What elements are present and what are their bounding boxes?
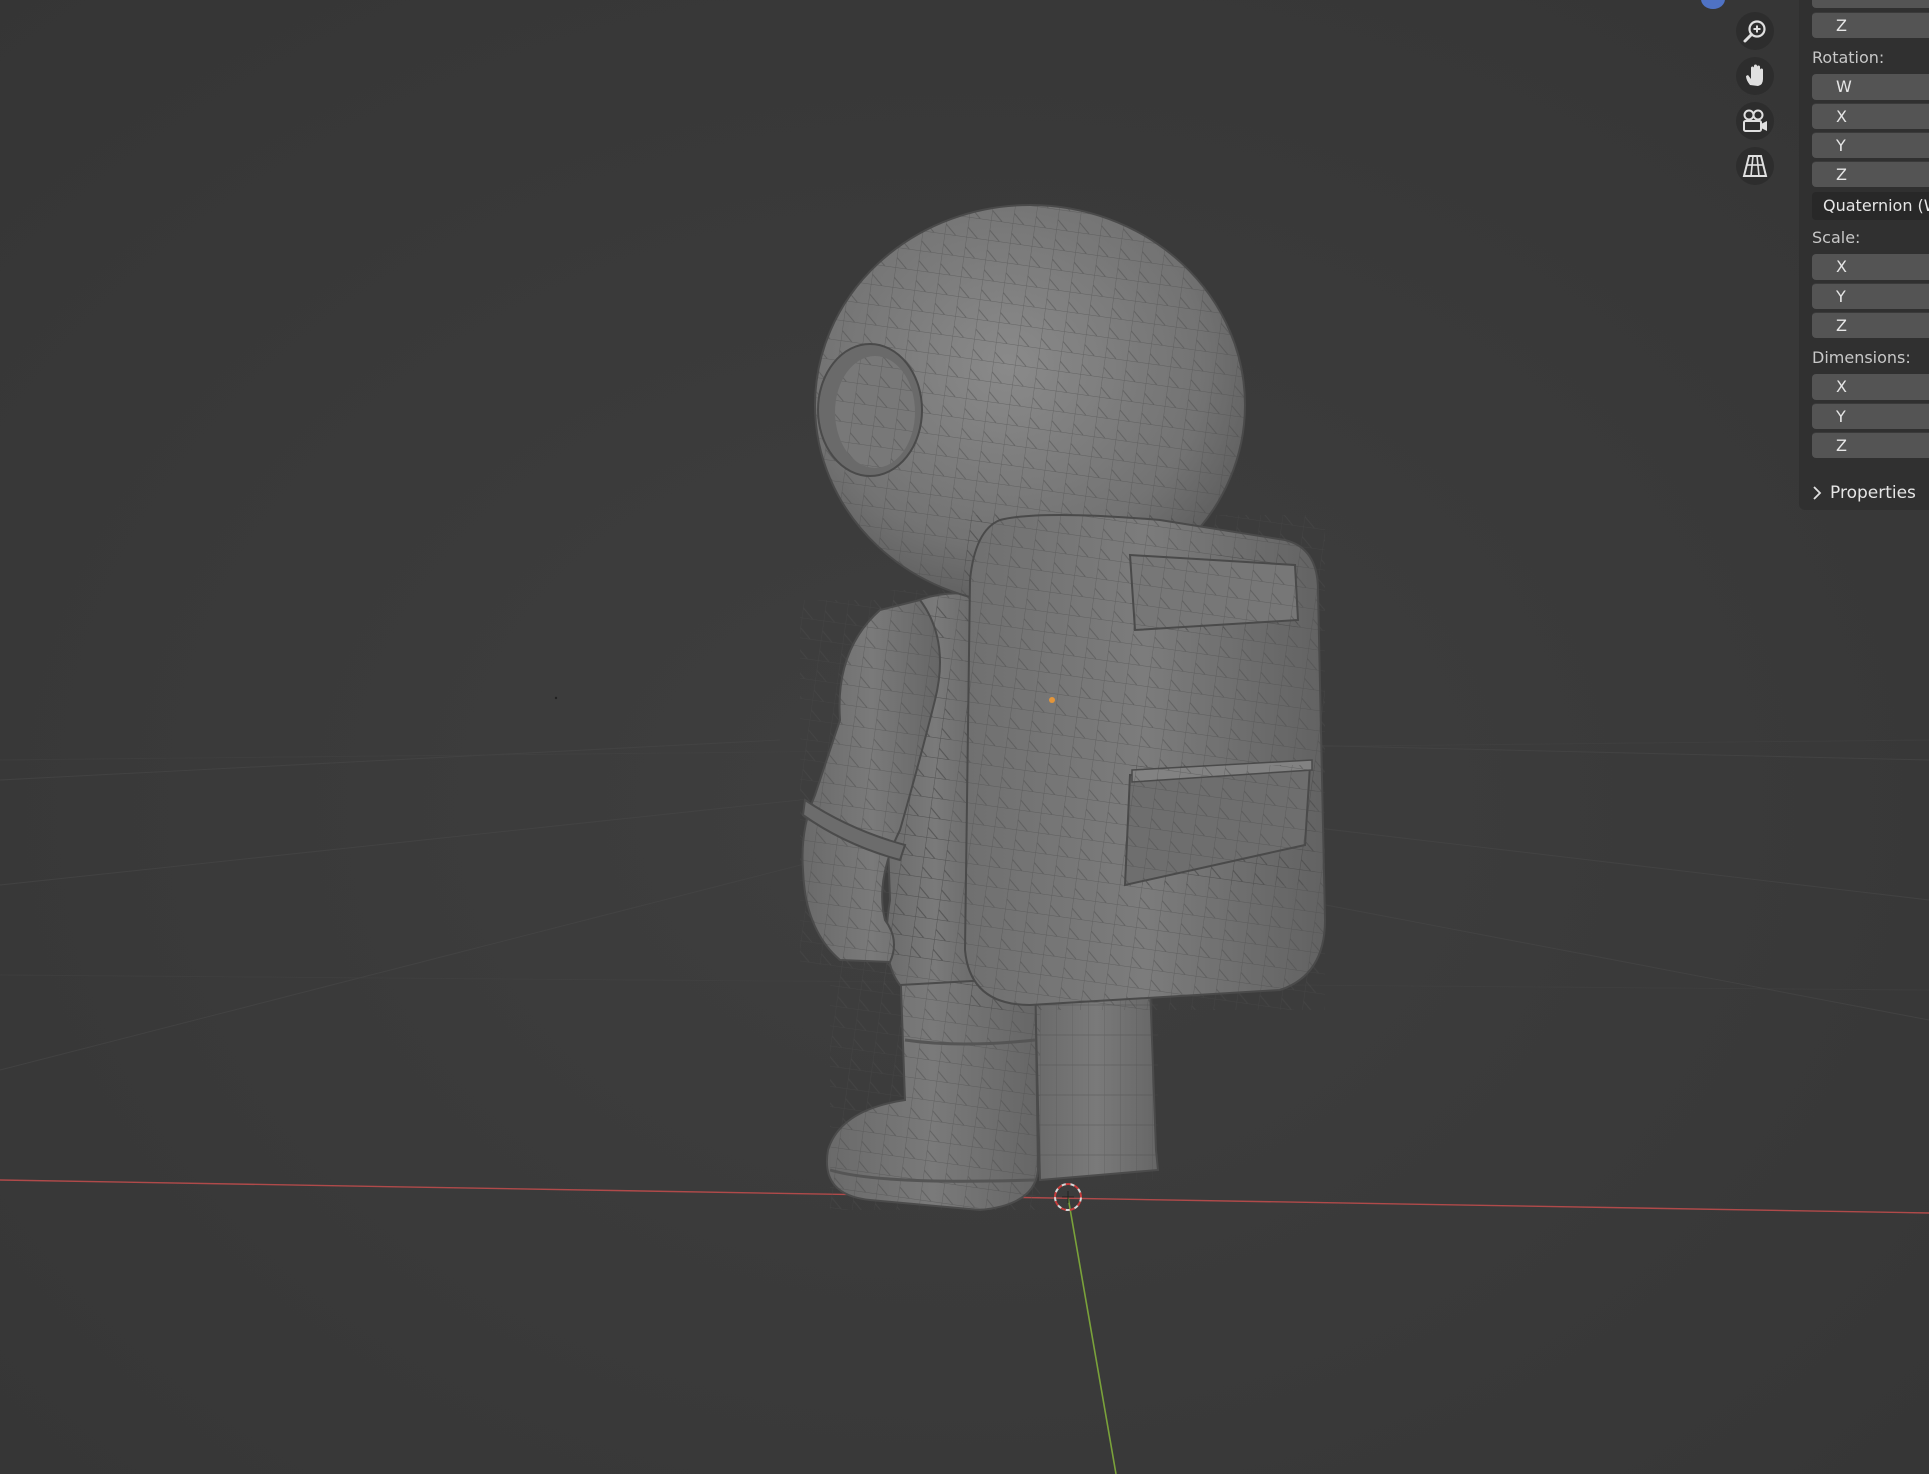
object-origin [1049,697,1055,703]
camera-view-icon[interactable] [1736,102,1774,140]
scale-label: Scale: [1812,228,1861,247]
perspective-grid-icon[interactable] [1736,147,1774,185]
rotation-x-field[interactable]: X [1812,103,1929,129]
scale-z-field[interactable]: Z [1812,312,1929,338]
rotation-label: Rotation: [1812,48,1885,67]
dimensions-y-field[interactable]: Y [1812,403,1929,429]
properties-section-header[interactable]: Properties [1812,483,1916,503]
location-y-field[interactable] [1812,0,1929,8]
location-z-field[interactable]: Z [1812,12,1929,38]
chevron-right-icon [1813,486,1822,500]
dimensions-label: Dimensions: [1812,348,1911,367]
3d-viewport[interactable] [0,0,1929,1474]
scale-x-field[interactable]: X [1812,254,1929,280]
scale-y-field[interactable]: Y [1812,283,1929,309]
properties-label: Properties [1830,483,1916,503]
dimensions-z-field[interactable]: Z [1812,432,1929,458]
rotation-z-field[interactable]: Z [1812,161,1929,187]
rotation-mode-dropdown[interactable]: Quaternion (W [1812,192,1929,220]
dimensions-x-field[interactable]: X [1812,374,1929,400]
zoom-icon[interactable] [1736,12,1774,50]
hand-pan-icon[interactable] [1736,57,1774,95]
rotation-w-field[interactable]: W [1812,74,1929,100]
rotation-y-field[interactable]: Y [1812,132,1929,158]
